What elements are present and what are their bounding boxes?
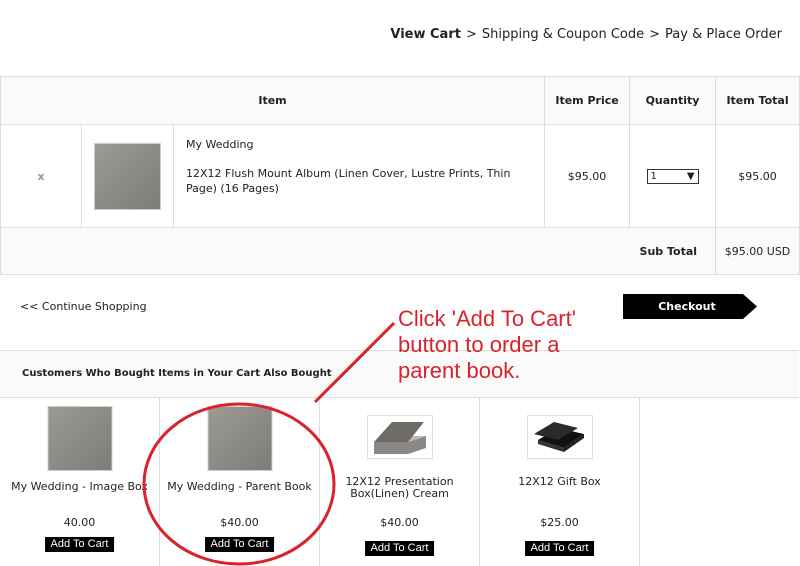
product-title[interactable]: 12X12 Presentation Box(Linen) Cream bbox=[326, 476, 473, 500]
annotation-line: parent book. bbox=[398, 358, 521, 383]
product-price: 40.00 bbox=[63, 516, 96, 529]
subtotal-row: Sub Total $95.00 USD bbox=[0, 227, 800, 275]
also-bought-heading: Customers Who Bought Items in Your Cart … bbox=[22, 368, 332, 379]
product-price: $40.00 bbox=[220, 516, 259, 529]
quantity-value: 1 bbox=[650, 170, 657, 182]
breadcrumb-shipping[interactable]: Shipping & Coupon Code bbox=[482, 27, 644, 42]
product-card: My Wedding - Image Box 40.00 Add To Cart bbox=[0, 397, 160, 566]
product-title[interactable]: 12X12 Gift Box bbox=[486, 476, 633, 488]
black-box-image-icon[interactable] bbox=[526, 415, 593, 459]
product-title[interactable]: My Wedding - Parent Book bbox=[166, 481, 313, 493]
remove-item-button[interactable]: x bbox=[0, 124, 82, 228]
add-to-cart-button[interactable]: Add To Cart bbox=[364, 541, 435, 556]
breadcrumb-pay[interactable]: Pay & Place Order bbox=[665, 27, 782, 42]
album-thumbnail-icon[interactable] bbox=[47, 406, 112, 471]
cart-item-row: x My Wedding 12X12 Flush Mount Album (Li… bbox=[0, 124, 800, 228]
subtotal-value: $95.00 USD bbox=[715, 227, 800, 275]
product-price: $40.00 bbox=[380, 516, 419, 529]
breadcrumb-view-cart[interactable]: View Cart bbox=[390, 27, 461, 42]
header-item-total: Item Total bbox=[715, 76, 800, 125]
item-thumbnail-cell bbox=[81, 124, 174, 228]
breadcrumb-separator: > bbox=[465, 27, 477, 42]
cart-table: Item Item Price Quantity Item Total x My… bbox=[0, 76, 800, 275]
open-box-image-icon[interactable] bbox=[366, 415, 433, 459]
product-title[interactable]: My Wedding - Image Box bbox=[6, 481, 153, 493]
add-to-cart-button[interactable]: Add To Cart bbox=[524, 541, 595, 556]
item-name[interactable]: My Wedding bbox=[186, 137, 532, 152]
quantity-cell: 1 ▼ bbox=[629, 124, 717, 228]
subtotal-label: Sub Total bbox=[0, 227, 717, 275]
quantity-select[interactable]: 1 ▼ bbox=[646, 168, 699, 184]
product-card: 12X12 Presentation Box(Linen) Cream $40.… bbox=[320, 397, 480, 566]
add-to-cart-button[interactable]: Add To Cart bbox=[44, 537, 115, 552]
checkout-button[interactable]: Checkout bbox=[623, 294, 757, 319]
continue-shopping-link[interactable]: << Continue Shopping bbox=[20, 300, 147, 313]
add-to-cart-button[interactable]: Add To Cart bbox=[204, 537, 275, 552]
product-card: My Wedding - Parent Book $40.00 Add To C… bbox=[160, 397, 320, 566]
cart-header-row: Item Item Price Quantity Item Total bbox=[0, 76, 800, 125]
annotation-callout: Click 'Add To Cart' button to order a pa… bbox=[398, 306, 576, 384]
gift-box-drawing bbox=[533, 422, 584, 452]
header-item-price: Item Price bbox=[544, 76, 631, 125]
presentation-box-drawing bbox=[373, 422, 426, 454]
item-description: 12X12 Flush Mount Album (Linen Cover, Lu… bbox=[186, 167, 511, 195]
checkout-label: Checkout bbox=[658, 300, 716, 313]
dropdown-arrow-icon: ▼ bbox=[686, 170, 695, 182]
header-quantity: Quantity bbox=[629, 76, 717, 125]
item-total: $95.00 bbox=[715, 124, 800, 228]
header-item: Item bbox=[0, 76, 546, 125]
annotation-line: button to order a bbox=[398, 332, 560, 357]
item-price: $95.00 bbox=[544, 124, 631, 228]
also-bought-products: My Wedding - Image Box 40.00 Add To Cart… bbox=[0, 397, 640, 566]
item-thumbnail[interactable] bbox=[94, 142, 161, 210]
breadcrumb: View Cart > Shipping & Coupon Code > Pay & P… bbox=[390, 27, 782, 42]
breadcrumb-separator: > bbox=[649, 27, 661, 42]
item-description-cell: My Wedding 12X12 Flush Mount Album (Line… bbox=[172, 124, 546, 228]
product-card: 12X12 Gift Box $25.00 Add To Cart bbox=[480, 397, 640, 566]
album-thumbnail-icon[interactable] bbox=[207, 406, 272, 471]
product-price: $25.00 bbox=[540, 516, 579, 529]
annotation-line: Click 'Add To Cart' bbox=[398, 306, 576, 331]
